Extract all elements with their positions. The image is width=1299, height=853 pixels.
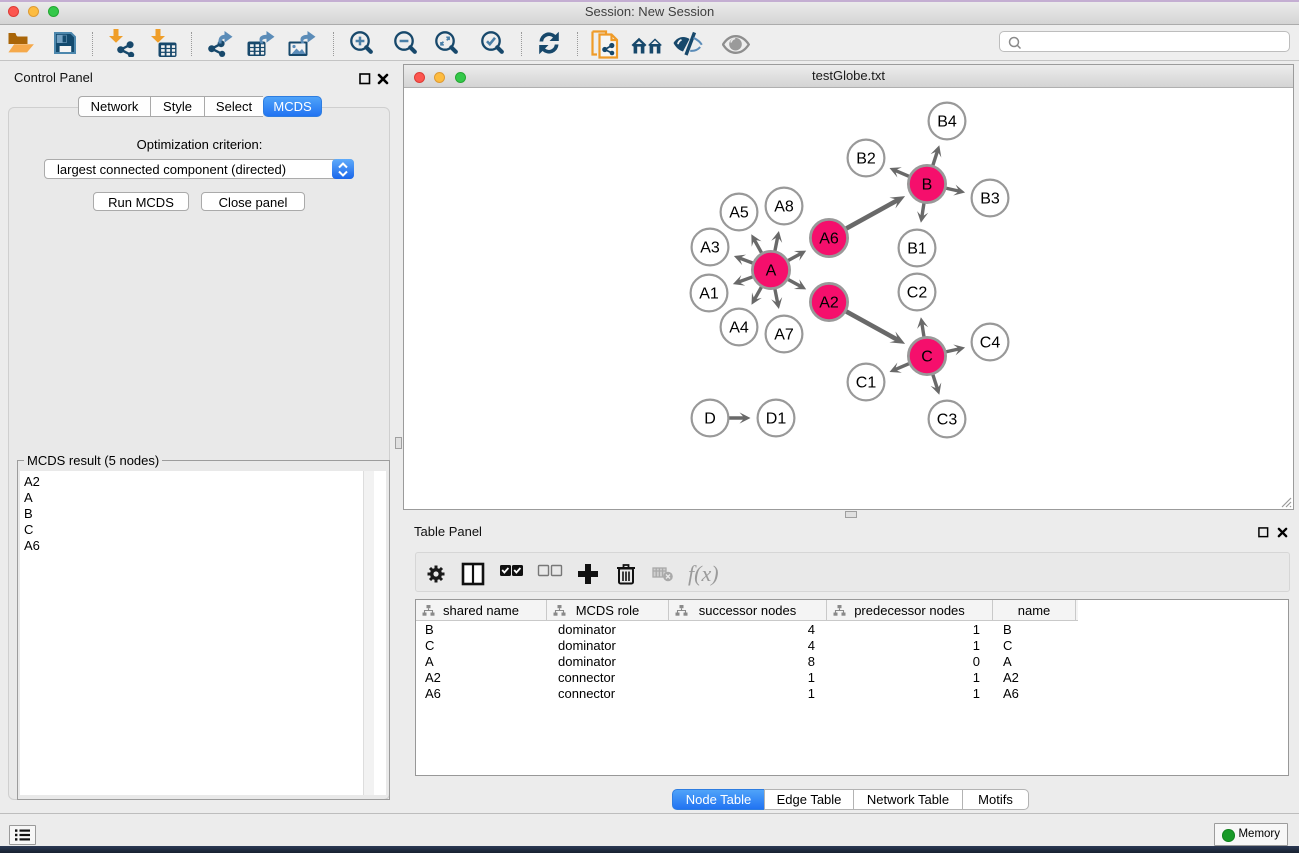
svg-text:A1: A1 xyxy=(699,286,719,303)
svg-text:B: B xyxy=(922,177,933,194)
svg-text:A6: A6 xyxy=(819,231,839,248)
svg-text:C4: C4 xyxy=(980,335,1001,352)
svg-text:B1: B1 xyxy=(907,241,927,258)
svg-text:B2: B2 xyxy=(856,151,876,168)
svg-text:A3: A3 xyxy=(700,240,720,257)
svg-text:C1: C1 xyxy=(856,375,877,392)
svg-text:A: A xyxy=(766,263,777,280)
svg-text:B4: B4 xyxy=(937,114,957,131)
svg-text:B3: B3 xyxy=(980,191,1000,208)
svg-text:D: D xyxy=(704,411,716,428)
svg-text:C2: C2 xyxy=(907,285,928,302)
svg-text:A5: A5 xyxy=(729,205,749,222)
svg-text:C3: C3 xyxy=(937,412,958,429)
svg-text:D1: D1 xyxy=(766,411,787,428)
svg-text:A2: A2 xyxy=(819,295,839,312)
svg-text:C: C xyxy=(921,349,933,366)
svg-text:A4: A4 xyxy=(729,320,749,337)
svg-text:A7: A7 xyxy=(774,327,794,344)
svg-text:A8: A8 xyxy=(774,199,794,216)
